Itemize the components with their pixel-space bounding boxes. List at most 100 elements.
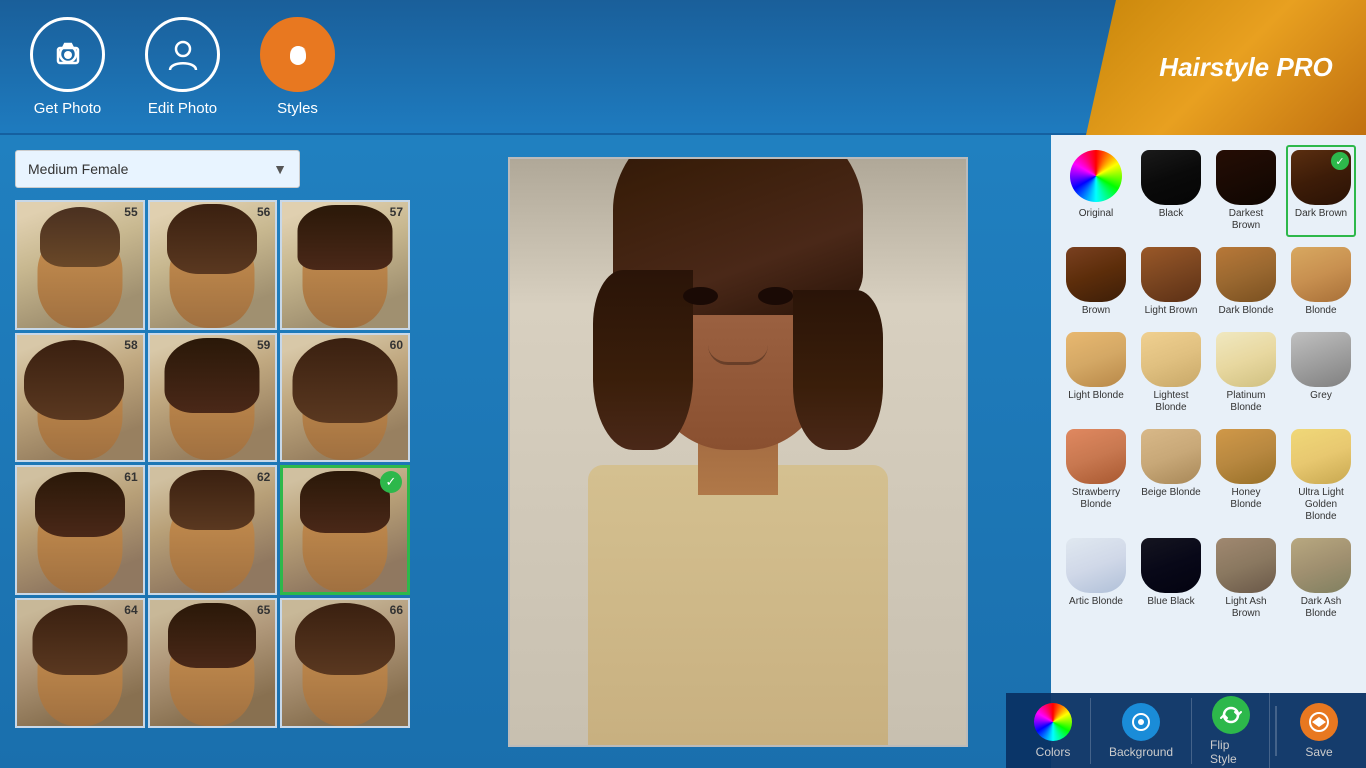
style-item-59[interactable]: 59 [148, 333, 278, 463]
style-number-59: 59 [257, 338, 270, 352]
color-item-light-blonde[interactable]: Light Blonde [1061, 327, 1131, 419]
get-photo-icon [30, 17, 105, 92]
color-item-dark-brown[interactable]: ✓ Dark Brown [1286, 145, 1356, 237]
color-item-original[interactable]: Original [1061, 145, 1131, 237]
color-name-grey: Grey [1310, 390, 1332, 402]
color-swatch-ultra-light-golden-blonde [1291, 429, 1351, 484]
color-swatch-grey [1291, 332, 1351, 387]
style-item-56[interactable]: 56 [148, 200, 278, 330]
style-number-60: 60 [390, 338, 403, 352]
style-item-55[interactable]: 55 [15, 200, 145, 330]
color-item-beige-blonde[interactable]: Beige Blonde [1136, 424, 1206, 528]
save-toolbar-icon [1300, 703, 1338, 741]
style-item-60[interactable]: 60 [280, 333, 410, 463]
styles-grid: 55 56 57 [15, 200, 410, 728]
style-number-57: 57 [390, 205, 403, 219]
color-item-artic-blonde[interactable]: Artic Blonde [1061, 533, 1131, 625]
toolbar-background[interactable]: Background [1091, 698, 1192, 764]
color-name-blue-black: Blue Black [1147, 596, 1194, 608]
toolbar-flip-style[interactable]: Flip Style [1192, 691, 1270, 768]
toolbar-colors[interactable]: Colors [1016, 698, 1091, 764]
color-name-platinum-blonde: Platinum Blonde [1216, 390, 1276, 414]
color-item-darkest-brown[interactable]: Darkest Brown [1211, 145, 1281, 237]
color-name-darkest-brown: Darkest Brown [1216, 208, 1276, 232]
toolbar-save[interactable]: Save [1282, 698, 1356, 764]
style-item-62[interactable]: 62 [148, 465, 278, 595]
color-name-light-brown: Light Brown [1145, 305, 1198, 317]
bottom-toolbar: Colors Background Flip Style [1006, 693, 1366, 768]
color-item-blonde[interactable]: Blonde [1286, 242, 1356, 322]
styles-icon [260, 17, 335, 92]
color-name-blonde: Blonde [1305, 305, 1336, 317]
style-item-57[interactable]: 57 [280, 200, 410, 330]
app-logo: Hairstyle PRO [1086, 0, 1366, 135]
colors-toolbar-label: Colors [1036, 745, 1071, 759]
color-item-light-brown[interactable]: Light Brown [1136, 242, 1206, 322]
color-item-platinum-blonde[interactable]: Platinum Blonde [1211, 327, 1281, 419]
color-item-ultra-light-golden-blonde[interactable]: Ultra Light Golden Blonde [1286, 424, 1356, 528]
color-name-light-blonde: Light Blonde [1068, 390, 1124, 402]
style-item-63[interactable]: ✓ [280, 465, 410, 595]
color-swatch-artic-blonde [1066, 538, 1126, 593]
nav-get-photo[interactable]: Get Photo [30, 17, 105, 117]
color-name-black: Black [1159, 208, 1183, 220]
color-item-honey-blonde[interactable]: Honey Blonde [1211, 424, 1281, 528]
color-name-light-ash-brown: Light Ash Brown [1216, 596, 1276, 620]
style-number-56: 56 [257, 205, 270, 219]
color-swatch-black [1141, 150, 1201, 205]
toolbar-divider [1275, 706, 1277, 756]
style-item-61[interactable]: 61 [15, 465, 145, 595]
color-swatch-light-blonde [1066, 332, 1126, 387]
color-name-artic-blonde: Artic Blonde [1069, 596, 1123, 608]
styles-label: Styles [277, 100, 318, 117]
nav-styles[interactable]: Styles [260, 17, 335, 117]
color-item-strawberry-blonde[interactable]: Strawberry Blonde [1061, 424, 1131, 528]
color-swatch-lightest-blonde [1141, 332, 1201, 387]
color-item-light-ash-brown[interactable]: Light Ash Brown [1211, 533, 1281, 625]
style-number-64: 64 [124, 603, 137, 617]
style-item-64[interactable]: 64 [15, 598, 145, 728]
color-swatch-blue-black [1141, 538, 1201, 593]
color-item-brown[interactable]: Brown [1061, 242, 1131, 322]
main-content: Medium Female ▼ 55 56 [0, 135, 1366, 768]
style-number-65: 65 [257, 603, 270, 617]
color-name-ultra-light-golden-blonde: Ultra Light Golden Blonde [1291, 487, 1351, 523]
color-selected-check: ✓ [1331, 152, 1349, 170]
preview-image [508, 157, 968, 747]
color-name-honey-blonde: Honey Blonde [1216, 487, 1276, 511]
style-number-58: 58 [124, 338, 137, 352]
color-item-lightest-blonde[interactable]: Lightest Blonde [1136, 327, 1206, 419]
colors-panel: Original Black Darkest Brown ✓ [1051, 135, 1366, 768]
background-toolbar-label: Background [1109, 745, 1173, 759]
color-name-dark-brown: Dark Brown [1295, 208, 1347, 220]
color-item-grey[interactable]: Grey [1286, 327, 1356, 419]
color-grid: Original Black Darkest Brown ✓ [1061, 145, 1356, 625]
style-item-58[interactable]: 58 [15, 333, 145, 463]
style-number-62: 62 [257, 470, 270, 484]
edit-photo-icon [145, 17, 220, 92]
nav-edit-photo[interactable]: Edit Photo [145, 17, 220, 117]
preview-panel [425, 135, 1051, 768]
color-swatch-dark-blonde [1216, 247, 1276, 302]
edit-photo-label: Edit Photo [148, 100, 217, 117]
color-name-dark-blonde: Dark Blonde [1218, 305, 1273, 317]
color-item-dark-ash-blonde[interactable]: Dark Ash Blonde [1286, 533, 1356, 625]
style-category-dropdown[interactable]: Medium Female ▼ [15, 150, 300, 188]
flip-style-toolbar-icon [1212, 696, 1250, 734]
color-name-strawberry-blonde: Strawberry Blonde [1066, 487, 1126, 511]
color-item-black[interactable]: Black [1136, 145, 1206, 237]
color-swatch-original [1066, 150, 1126, 205]
color-name-beige-blonde: Beige Blonde [1141, 487, 1201, 499]
get-photo-label: Get Photo [34, 100, 102, 117]
dropdown-value: Medium Female [28, 161, 128, 177]
color-swatch-blonde [1291, 247, 1351, 302]
color-item-blue-black[interactable]: Blue Black [1136, 533, 1206, 625]
color-swatch-darkest-brown [1216, 150, 1276, 205]
color-name-original: Original [1079, 208, 1113, 220]
color-item-dark-blonde[interactable]: Dark Blonde [1211, 242, 1281, 322]
color-swatch-dark-ash-blonde [1291, 538, 1351, 593]
style-item-66[interactable]: 66 [280, 598, 410, 728]
styles-panel: Medium Female ▼ 55 56 [0, 135, 425, 768]
style-item-65[interactable]: 65 [148, 598, 278, 728]
color-swatch-light-ash-brown [1216, 538, 1276, 593]
